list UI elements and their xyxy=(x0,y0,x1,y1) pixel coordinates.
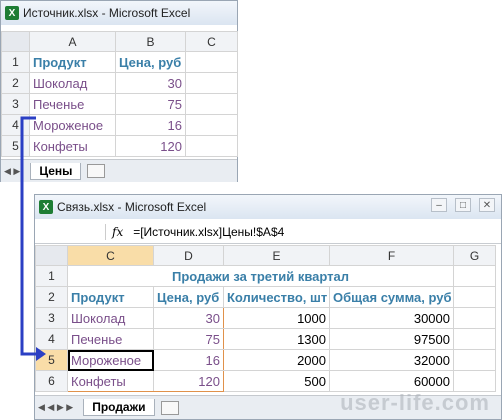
cell-c5[interactable] xyxy=(185,135,238,157)
name-box[interactable] xyxy=(35,224,106,240)
row-header[interactable]: 3 xyxy=(1,93,30,115)
cell-d4[interactable]: 75 xyxy=(153,328,224,350)
link-title-bar: X Связь.xlsx - Microsoft Excel – □ ✕ xyxy=(35,195,501,219)
cell-g2[interactable] xyxy=(453,286,496,308)
sheet-tab-prices[interactable]: Цены xyxy=(30,162,82,180)
row-header[interactable]: 5 xyxy=(35,349,68,371)
cell-b3[interactable]: 75 xyxy=(115,93,186,115)
cell-c5-selected[interactable]: Мороженое xyxy=(67,349,154,371)
cell-d5[interactable]: 16 xyxy=(153,349,224,371)
source-title-bar: X Источник.xlsx - Microsoft Excel xyxy=(1,1,237,25)
minimize-icon[interactable]: – xyxy=(431,198,447,212)
cell-g5[interactable] xyxy=(453,349,496,371)
select-all-corner[interactable] xyxy=(35,245,68,266)
cell-d6[interactable]: 120 xyxy=(153,370,224,392)
cell-d3[interactable]: 30 xyxy=(153,307,224,329)
cell-a5[interactable]: Конфеты xyxy=(29,135,116,157)
header-total[interactable]: Общая сумма, руб xyxy=(329,286,454,308)
source-window-title: Источник.xlsx - Microsoft Excel xyxy=(23,6,191,20)
insert-sheet-icon[interactable] xyxy=(160,400,179,415)
window-controls: – □ ✕ xyxy=(431,198,495,212)
col-header-b[interactable]: B xyxy=(115,31,186,52)
header-product[interactable]: Продукт xyxy=(67,286,154,308)
maximize-icon[interactable]: □ xyxy=(455,198,471,212)
link-excel-window: X Связь.xlsx - Microsoft Excel – □ ✕ fx … xyxy=(34,194,502,420)
cell-a4[interactable]: Мороженое xyxy=(29,114,116,136)
cell-b5[interactable]: 120 xyxy=(115,135,186,157)
cell-a3[interactable]: Печенье xyxy=(29,93,116,115)
cell-b4[interactable]: 16 xyxy=(115,114,186,136)
row-header[interactable]: 1 xyxy=(1,51,30,73)
col-header-e[interactable]: E xyxy=(223,245,330,266)
source-excel-window: X Источник.xlsx - Microsoft Excel A B C … xyxy=(0,0,238,182)
link-grid[interactable]: C D E F G 1 Продажи за третий квартал 2 … xyxy=(35,245,496,392)
col-header-g[interactable]: G xyxy=(453,245,496,266)
cell-f3[interactable]: 30000 xyxy=(329,307,454,329)
row-header[interactable]: 2 xyxy=(35,286,68,308)
cell-e4[interactable]: 1300 xyxy=(223,328,330,350)
col-header-c[interactable]: C xyxy=(185,31,238,52)
cell-a1[interactable]: Продукт xyxy=(29,51,116,73)
formula-bar: fx =[Источник.xlsx]Цены!$A$4 xyxy=(35,221,501,244)
cell-g6[interactable] xyxy=(453,370,496,392)
cell-c4[interactable] xyxy=(185,114,238,136)
source-sheet-bar: ◀ ▶ Цены xyxy=(1,159,237,182)
header-quantity[interactable]: Количество, шт xyxy=(223,286,330,308)
sheet-nav-icon[interactable]: ◀ ◀ ▶ ▶ xyxy=(38,402,73,413)
cell-e5[interactable]: 2000 xyxy=(223,349,330,371)
formula-input[interactable]: =[Источник.xlsx]Цены!$A$4 xyxy=(133,225,284,239)
cell-c1[interactable] xyxy=(185,51,238,73)
header-price[interactable]: Цена, руб xyxy=(153,286,224,308)
insert-sheet-icon[interactable] xyxy=(87,164,106,178)
cell-f6[interactable]: 60000 xyxy=(329,370,454,392)
fx-icon[interactable]: fx xyxy=(112,225,123,239)
sheet-tab-sales[interactable]: Продажи xyxy=(83,399,155,416)
cell-c6[interactable]: Конфеты xyxy=(67,370,154,392)
col-header-d[interactable]: D xyxy=(153,245,224,266)
cell-b2[interactable]: 30 xyxy=(115,72,186,94)
cell-e3[interactable]: 1000 xyxy=(223,307,330,329)
cell-g4[interactable] xyxy=(453,328,496,350)
cell-g1[interactable] xyxy=(453,265,496,287)
link-window-title: Связь.xlsx - Microsoft Excel xyxy=(57,200,207,214)
source-grid[interactable]: A B C 1 Продукт Цена, руб 2 Шоколад 30 3… xyxy=(1,31,238,157)
cell-f5[interactable]: 32000 xyxy=(329,349,454,371)
row-header[interactable]: 6 xyxy=(35,370,68,392)
row-header[interactable]: 2 xyxy=(1,72,30,94)
row-header[interactable]: 1 xyxy=(35,265,68,287)
col-header-c[interactable]: C xyxy=(67,245,154,266)
cell-e6[interactable]: 500 xyxy=(223,370,330,392)
sheet-nav-icon[interactable]: ◀ ▶ xyxy=(4,166,20,177)
excel-icon: X xyxy=(39,200,53,214)
col-header-f[interactable]: F xyxy=(329,245,454,266)
excel-icon: X xyxy=(5,6,19,20)
row-header[interactable]: 5 xyxy=(1,135,30,157)
close-icon[interactable]: ✕ xyxy=(479,198,495,212)
row-header[interactable]: 3 xyxy=(35,307,68,329)
cell-b1[interactable]: Цена, руб xyxy=(115,51,186,73)
row-header[interactable]: 4 xyxy=(1,114,30,136)
select-all-corner[interactable] xyxy=(1,31,30,52)
watermark: user-life.com xyxy=(340,390,490,415)
col-header-a[interactable]: A xyxy=(29,31,116,52)
cell-c3[interactable]: Шоколад xyxy=(67,307,154,329)
report-title[interactable]: Продажи за третий квартал xyxy=(67,265,454,287)
cell-c2[interactable] xyxy=(185,72,238,94)
cell-c3[interactable] xyxy=(185,93,238,115)
cell-g3[interactable] xyxy=(453,307,496,329)
cell-f4[interactable]: 97500 xyxy=(329,328,454,350)
row-header[interactable]: 4 xyxy=(35,328,68,350)
cell-c4[interactable]: Печенье xyxy=(67,328,154,350)
cell-a2[interactable]: Шоколад xyxy=(29,72,116,94)
